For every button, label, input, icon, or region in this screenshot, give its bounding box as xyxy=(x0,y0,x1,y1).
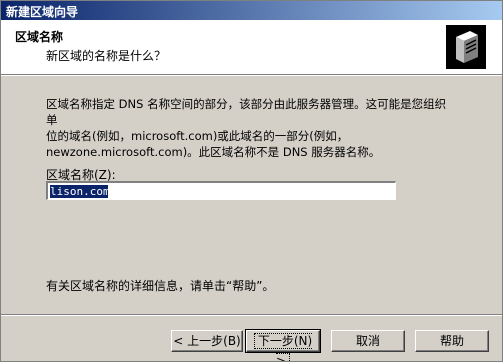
window-title: 新建区域向导 xyxy=(6,5,79,19)
next-button-label: 下一步(N) > xyxy=(253,333,313,361)
zone-name-input[interactable] xyxy=(50,184,390,198)
new-zone-wizard-window: 新建区域向导 区域名称 新区域的名称是什么？ 区域名称指定 DNS 名称空间的部… xyxy=(0,0,503,362)
wizard-header: 区域名称 新区域的名称是什么？ xyxy=(1,20,502,75)
description-line: 区域名称指定 DNS 名称空间的部分，该部分由此服务器管理。这可能是您组织单 xyxy=(46,97,447,127)
back-button[interactable]: < 上一步(B) xyxy=(171,330,243,352)
help-button[interactable]: 帮助 xyxy=(415,330,489,352)
server-icon xyxy=(446,25,486,69)
page-subtitle: 新区域的名称是什么？ xyxy=(46,49,167,63)
zone-description: 区域名称指定 DNS 名称空间的部分，该部分由此服务器管理。这可能是您组织单 位… xyxy=(46,96,456,160)
cancel-button[interactable]: 取消 xyxy=(331,330,405,352)
divider xyxy=(1,314,502,316)
page-title: 区域名称 xyxy=(15,30,64,44)
description-line: 位的域名(例如，microsoft.com)或此域名的一部分(例如， xyxy=(46,129,349,143)
title-bar[interactable]: 新建区域向导 xyxy=(1,1,502,20)
zone-name-field[interactable] xyxy=(46,181,396,200)
next-button[interactable]: 下一步(N) > xyxy=(245,329,321,361)
help-hint-text: 有关区域名称的详细信息，请单击“帮助”。 xyxy=(46,279,275,293)
description-line: newzone.microsoft.com)。此区域名称不是 DNS 服务器名称… xyxy=(46,145,381,159)
